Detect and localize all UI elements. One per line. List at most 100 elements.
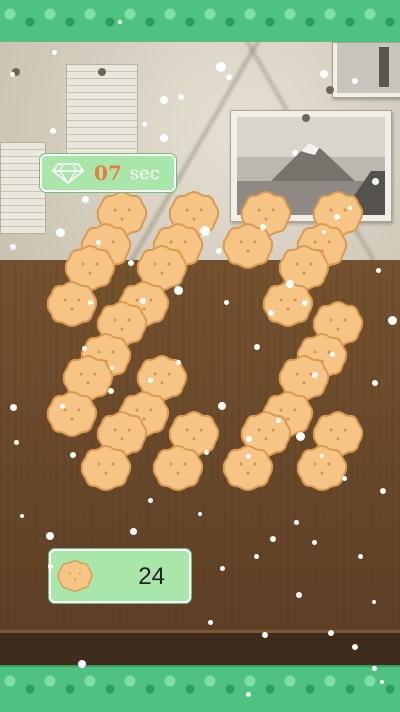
snowflake bbox=[60, 404, 65, 409]
snowflake bbox=[10, 244, 16, 250]
snowflake bbox=[342, 476, 347, 481]
snowflake bbox=[372, 380, 378, 386]
table-edge bbox=[0, 630, 400, 669]
snowflake bbox=[246, 454, 251, 459]
snowflake bbox=[388, 316, 397, 325]
snowflake bbox=[302, 300, 308, 306]
snowflake bbox=[268, 310, 274, 316]
snowflake bbox=[128, 260, 134, 266]
cookie-tile[interactable] bbox=[222, 222, 274, 270]
snowflake bbox=[208, 620, 213, 625]
snowflake bbox=[254, 344, 260, 350]
corner-photo bbox=[332, 42, 400, 98]
timer-seconds: 07 bbox=[94, 161, 122, 185]
corner-photo-image bbox=[337, 43, 400, 93]
snowflake bbox=[200, 226, 210, 236]
snowflake bbox=[254, 554, 259, 559]
snowflake bbox=[276, 418, 281, 423]
snowflake bbox=[372, 600, 376, 604]
snowflake bbox=[246, 692, 251, 697]
snowflake bbox=[262, 632, 268, 638]
snowflake bbox=[178, 94, 184, 100]
snowflake bbox=[334, 214, 340, 220]
snowflake bbox=[142, 122, 147, 127]
snowflake bbox=[224, 300, 229, 305]
snowflake bbox=[96, 240, 101, 245]
snowflake bbox=[160, 96, 168, 104]
snowflake bbox=[198, 512, 202, 516]
snowflake bbox=[226, 74, 232, 80]
timer-unit: sec bbox=[129, 162, 160, 184]
snowflake bbox=[140, 298, 146, 304]
snowflake bbox=[176, 360, 181, 365]
cookie-tile[interactable] bbox=[296, 444, 348, 492]
snowflake bbox=[292, 150, 298, 156]
bottom-ornament-band bbox=[0, 665, 400, 712]
snowflake bbox=[82, 196, 89, 203]
snowflake bbox=[110, 366, 114, 370]
cookie-icon bbox=[57, 560, 93, 592]
snowflake bbox=[48, 564, 53, 569]
snowflake bbox=[20, 514, 24, 518]
snowflake bbox=[82, 346, 87, 351]
snowflake bbox=[216, 62, 226, 72]
snowflake bbox=[56, 228, 65, 237]
snowflake bbox=[328, 630, 334, 636]
snowflake bbox=[204, 450, 209, 455]
pin-icon bbox=[302, 114, 310, 122]
snowflake bbox=[78, 660, 86, 668]
snowflake bbox=[330, 352, 335, 357]
snowflake bbox=[312, 372, 318, 378]
cookie-tile[interactable] bbox=[80, 444, 132, 492]
snowflake bbox=[148, 498, 153, 503]
snowflake bbox=[50, 128, 56, 134]
snowflake bbox=[70, 452, 76, 458]
cookie-count: 24 bbox=[138, 563, 165, 590]
snowflake bbox=[380, 680, 384, 684]
snowflake bbox=[88, 300, 93, 305]
snowflake bbox=[358, 554, 363, 559]
snowflake bbox=[380, 488, 386, 494]
snowflake bbox=[216, 248, 222, 254]
snowflake bbox=[10, 72, 15, 77]
snowflake bbox=[320, 70, 328, 78]
timer-panel: 07 sec bbox=[40, 154, 176, 192]
snowflake bbox=[296, 592, 302, 598]
cookie-tile[interactable] bbox=[152, 444, 204, 492]
snowflake bbox=[352, 644, 358, 650]
snowflake bbox=[46, 532, 54, 540]
snowflake bbox=[348, 206, 352, 210]
diamond-icon bbox=[52, 163, 84, 184]
pin-icon bbox=[326, 86, 334, 94]
snowflake bbox=[246, 436, 252, 442]
snowflake bbox=[320, 454, 324, 458]
snowflake bbox=[286, 280, 294, 288]
snowflake bbox=[52, 50, 57, 55]
snowflake bbox=[160, 134, 168, 142]
snowflake bbox=[14, 440, 19, 445]
top-ornament-band bbox=[0, 0, 400, 44]
snowflake bbox=[118, 20, 122, 24]
cookie-tile[interactable] bbox=[46, 390, 98, 438]
snowflake bbox=[372, 178, 379, 185]
snowflake bbox=[372, 666, 377, 671]
snowflake bbox=[108, 388, 114, 394]
snowflake bbox=[220, 566, 225, 571]
snowflake bbox=[130, 528, 137, 535]
cookie-counter-panel: 24 bbox=[49, 549, 191, 603]
snowflake bbox=[270, 536, 276, 542]
snowflake bbox=[260, 224, 266, 230]
snowflake bbox=[174, 286, 183, 295]
snowflake bbox=[148, 378, 153, 383]
snowflake bbox=[352, 78, 358, 84]
snowflake bbox=[296, 432, 305, 441]
snowflake bbox=[10, 404, 17, 411]
snowflake bbox=[218, 402, 226, 410]
snowflake bbox=[322, 230, 326, 234]
snowflake bbox=[312, 540, 317, 545]
wall-paper-note bbox=[0, 142, 46, 234]
cookie-tile[interactable] bbox=[222, 444, 274, 492]
snowflake bbox=[376, 268, 381, 273]
pin-icon bbox=[98, 68, 106, 76]
snowflake bbox=[294, 520, 299, 525]
